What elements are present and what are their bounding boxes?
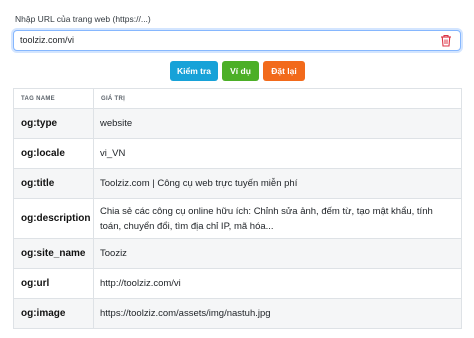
table-header-row: TAG NAME GIÁ TRỊ: [13, 88, 462, 109]
tag-name-cell: og:description: [13, 198, 94, 239]
tag-value-cell: vi_VN: [93, 138, 462, 169]
tag-value-cell: http://toolziz.com/vi: [93, 268, 462, 299]
url-label: Nhập URL của trang web (https://...): [15, 14, 151, 24]
tag-name-cell: og:url: [13, 268, 94, 299]
url-input[interactable]: [20, 31, 440, 49]
meta-tags-table: TAG NAME GIÁ TRỊ og:type website og:loca…: [13, 88, 462, 329]
tag-value-cell: Tooziz: [93, 238, 462, 269]
table-row: og:type website: [13, 108, 462, 139]
header-value: GIÁ TRỊ: [93, 88, 462, 109]
tag-name-cell: og:type: [13, 108, 94, 139]
example-button[interactable]: Ví dụ: [222, 61, 259, 81]
tag-name-cell: og:locale: [13, 138, 94, 169]
tag-value-cell: Chia sẻ các công cụ online hữu ích: Chỉn…: [93, 198, 462, 239]
table-row: og:description Chia sẻ các công cụ onlin…: [13, 198, 462, 239]
tag-value-cell: Toolziz.com | Công cụ web trực tuyến miễ…: [93, 168, 462, 199]
tag-name-cell: og:title: [13, 168, 94, 199]
tag-value-cell: https://toolziz.com/assets/img/nastuh.jp…: [93, 298, 462, 329]
tag-name-cell: og:image: [13, 298, 94, 329]
table-row: og:image https://toolziz.com/assets/img/…: [13, 298, 462, 329]
header-tag-name: TAG NAME: [13, 88, 94, 109]
table-row: og:title Toolziz.com | Công cụ web trực …: [13, 168, 462, 199]
table-row: og:url http://toolziz.com/vi: [13, 268, 462, 299]
meta-checker-page: Nhập URL của trang web (https://...) Kiể…: [0, 0, 474, 338]
table-row: og:site_name Tooziz: [13, 238, 462, 269]
url-field[interactable]: [13, 30, 461, 51]
tag-name-cell: og:site_name: [13, 238, 94, 269]
trash-icon[interactable]: [440, 34, 452, 47]
tag-value-cell: website: [93, 108, 462, 139]
check-button[interactable]: Kiểm tra: [170, 61, 218, 81]
reset-button[interactable]: Đặt lại: [263, 61, 305, 81]
table-row: og:locale vi_VN: [13, 138, 462, 169]
